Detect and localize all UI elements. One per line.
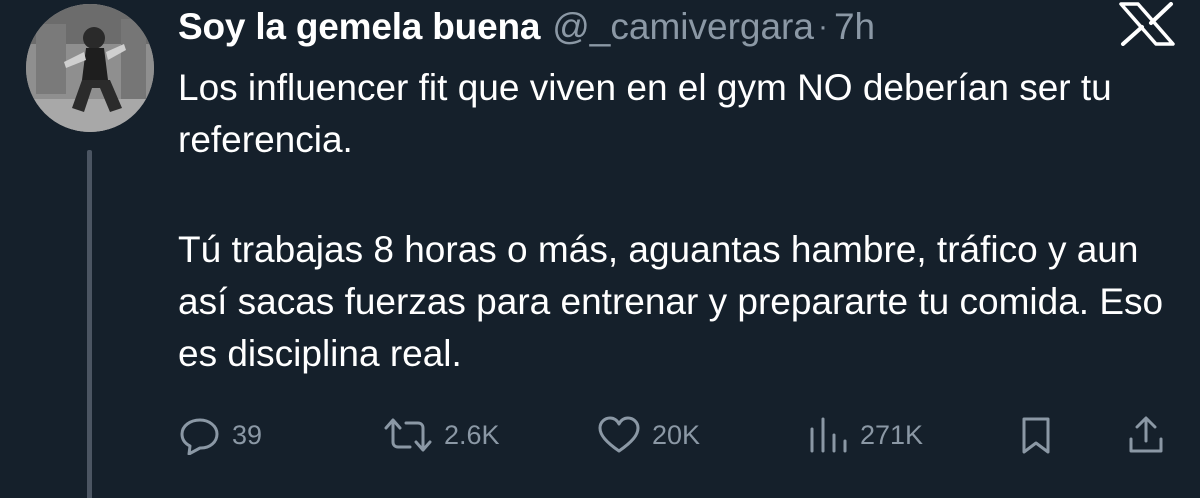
tweet-card: Soy la gemela buena @_camivergara · 7h L… <box>0 0 1200 498</box>
share-button[interactable] <box>1126 410 1166 460</box>
like-button[interactable]: 20K <box>596 410 700 460</box>
separator-dot: · <box>817 10 828 43</box>
views-button[interactable]: 271K <box>806 410 923 460</box>
action-bar: 39 2.6K 20K 271K <box>0 410 1200 460</box>
author-handle[interactable]: @_camivergara <box>552 6 814 48</box>
tweet-header: Soy la gemela buena @_camivergara · 7h <box>178 2 875 52</box>
author-display-name[interactable]: Soy la gemela buena <box>178 6 540 48</box>
repost-button[interactable]: 2.6K <box>382 410 500 460</box>
repost-count: 2.6K <box>444 419 500 450</box>
bookmark-button[interactable] <box>1016 410 1056 460</box>
tweet-timestamp[interactable]: 7h <box>834 6 875 48</box>
heart-icon <box>598 416 640 453</box>
reply-count: 39 <box>232 419 263 450</box>
share-icon <box>1129 416 1163 453</box>
views-count: 271K <box>860 419 924 450</box>
tweet-text-paragraph-2: Tú trabajas 8 horas o más, aguantas hamb… <box>178 229 1164 374</box>
like-count: 20K <box>652 419 701 450</box>
avatar-photo <box>26 4 154 132</box>
reply-icon <box>180 418 219 455</box>
tweet-text-paragraph-1: Los influencer fit que viven en el gym N… <box>178 67 1112 160</box>
x-logo-icon[interactable] <box>1118 2 1176 46</box>
repost-icon <box>384 418 432 452</box>
bookmark-icon <box>1022 417 1050 454</box>
views-icon <box>810 417 847 453</box>
reply-button[interactable]: 39 <box>178 410 262 460</box>
avatar[interactable] <box>26 4 154 132</box>
